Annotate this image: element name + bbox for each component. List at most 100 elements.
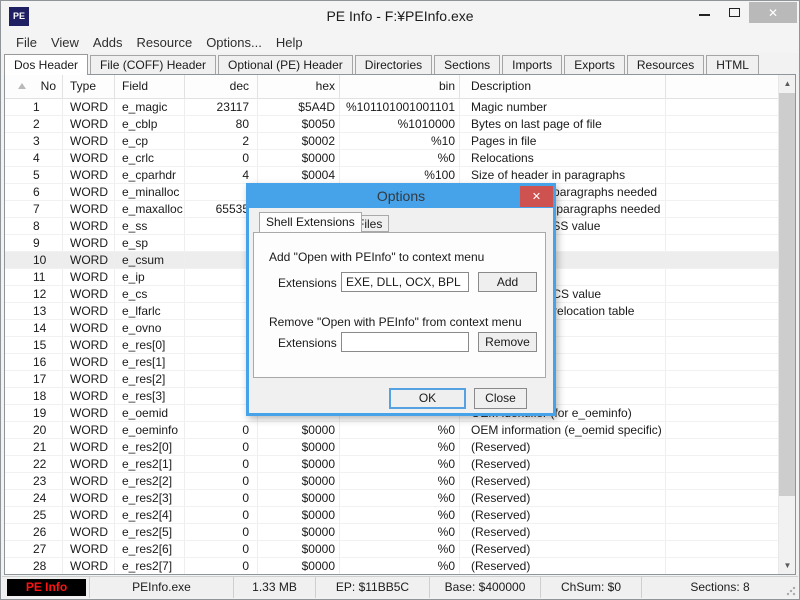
cell-field: e_magic <box>115 99 185 115</box>
remove-extensions-input[interactable] <box>341 332 469 352</box>
cell-no: 20 <box>5 422 63 438</box>
close-button[interactable]: ✕ <box>749 2 797 23</box>
table-row[interactable]: 22 WORD e_res2[1] 0 $0000 %0 (Reserved) <box>5 456 778 473</box>
scroll-down-icon[interactable]: ▼ <box>779 557 795 574</box>
menu-item-view[interactable]: View <box>44 33 86 52</box>
cell-field: e_oeminfo <box>115 422 185 438</box>
menu-item-help[interactable]: Help <box>269 33 310 52</box>
column-header-no[interactable]: No <box>5 75 63 99</box>
cell-hex: $5A4D <box>258 99 340 115</box>
cell-hex: $0000 <box>258 524 340 540</box>
tab-dos-header[interactable]: Dos Header <box>4 54 89 75</box>
dialog-close-button-bottom[interactable]: Close <box>474 388 527 409</box>
cell-dec: 0 <box>185 490 258 506</box>
ok-button[interactable]: OK <box>389 388 466 409</box>
tab-optional--pe--header[interactable]: Optional (PE) Header <box>218 55 353 74</box>
menu-item-adds[interactable]: Adds <box>86 33 130 52</box>
cell-no: 10 <box>5 252 63 268</box>
table-row[interactable]: 24 WORD e_res2[3] 0 $0000 %0 (Reserved) <box>5 490 778 507</box>
cell-hex: $0050 <box>258 116 340 132</box>
cell-field: e_res2[2] <box>115 473 185 489</box>
column-header-type[interactable]: Type <box>63 75 115 99</box>
table-row[interactable]: 20 WORD e_oeminfo 0 $0000 %0 OEM information (… <box>5 422 778 439</box>
cell-filler <box>666 371 778 387</box>
cell-bin: %0 <box>340 150 460 166</box>
tab-html[interactable]: HTML <box>706 55 759 74</box>
cell-type: WORD <box>63 541 115 557</box>
cell-bin: %0 <box>340 422 460 438</box>
cell-no: 1 <box>5 99 63 115</box>
cell-field: e_res[3] <box>115 388 185 404</box>
cell-no: 7 <box>5 201 63 217</box>
scrollbar-thumb[interactable] <box>779 93 795 496</box>
cell-filler <box>666 456 778 472</box>
cell-no: 2 <box>5 116 63 132</box>
column-header-hex[interactable]: hex <box>258 75 340 99</box>
minimize-button[interactable] <box>689 1 719 23</box>
tab-directories[interactable]: Directories <box>354 55 433 74</box>
cell-type: WORD <box>63 99 115 115</box>
table-row[interactable]: 21 WORD e_res2[0] 0 $0000 %0 (Reserved) <box>5 439 778 456</box>
tab-imports[interactable]: Imports <box>502 55 563 74</box>
cell-no: 26 <box>5 524 63 540</box>
column-header-description[interactable]: Description <box>460 75 666 99</box>
cell-type: WORD <box>63 150 115 166</box>
menu-item-resource[interactable]: Resource <box>130 33 200 52</box>
scroll-up-icon[interactable]: ▲ <box>779 75 795 92</box>
add-button[interactable]: Add <box>478 272 537 292</box>
cell-type: WORD <box>63 116 115 132</box>
cell-filler <box>666 116 778 132</box>
column-header-field[interactable]: Field <box>115 75 185 99</box>
dialog-tab-shell-extensions[interactable]: Shell Extensions <box>259 212 362 232</box>
pe-info-logo: PE Info <box>7 578 86 596</box>
cell-no: 17 <box>5 371 63 387</box>
cell-field: e_crlc <box>115 150 185 166</box>
resize-grip[interactable] <box>786 586 796 596</box>
cell-filler <box>666 184 778 200</box>
cell-bin: %0 <box>340 558 460 574</box>
status-panel: PEInfo.exe <box>90 576 234 598</box>
table-row[interactable]: 3 WORD e_cp 2 $0002 %10 Pages in file <box>5 133 778 150</box>
tab-file--coff--header[interactable]: File (COFF) Header <box>90 55 217 74</box>
table-row[interactable]: 4 WORD e_crlc 0 $0000 %0 Relocations <box>5 150 778 167</box>
cell-description: Bytes on last page of file <box>460 116 666 132</box>
table-row[interactable]: 2 WORD e_cblp 80 $0050 %1010000 Bytes on last … <box>5 116 778 133</box>
add-extensions-input[interactable] <box>341 272 469 292</box>
tab-exports[interactable]: Exports <box>564 55 625 74</box>
column-header-bin[interactable]: bin <box>340 75 460 99</box>
cell-filler <box>666 286 778 302</box>
vertical-scrollbar[interactable]: ▲ ▼ <box>778 75 795 574</box>
cell-filler <box>666 507 778 523</box>
cell-type: WORD <box>63 388 115 404</box>
table-row[interactable]: 1 WORD e_magic 23117 $5A4D %101101001001101 Ma… <box>5 99 778 116</box>
table-row[interactable]: 5 WORD e_cparhdr 4 $0004 %100 Size of header i… <box>5 167 778 184</box>
cell-no: 9 <box>5 235 63 251</box>
remove-button[interactable]: Remove <box>478 332 537 352</box>
cell-field: e_maxalloc <box>115 201 185 217</box>
column-header-dec[interactable]: dec <box>185 75 258 99</box>
table-row[interactable]: 25 WORD e_res2[4] 0 $0000 %0 (Reserved) <box>5 507 778 524</box>
cell-no: 25 <box>5 507 63 523</box>
cell-no: 14 <box>5 320 63 336</box>
cell-hex: $0000 <box>258 490 340 506</box>
cell-dec: 0 <box>185 558 258 574</box>
cell-hex: $0000 <box>258 150 340 166</box>
cell-field: e_res[2] <box>115 371 185 387</box>
table-row[interactable]: 27 WORD e_res2[6] 0 $0000 %0 (Reserved) <box>5 541 778 558</box>
cell-field: e_ip <box>115 269 185 285</box>
cell-filler <box>666 99 778 115</box>
table-row[interactable]: 23 WORD e_res2[2] 0 $0000 %0 (Reserved) <box>5 473 778 490</box>
cell-no: 16 <box>5 354 63 370</box>
tab-sections[interactable]: Sections <box>434 55 501 74</box>
cell-dec: 0 <box>185 456 258 472</box>
cell-field: e_res2[7] <box>115 558 185 574</box>
table-row[interactable]: 26 WORD e_res2[5] 0 $0000 %0 (Reserved) <box>5 524 778 541</box>
cell-bin: %0 <box>340 524 460 540</box>
table-row[interactable]: 28 WORD e_res2[7] 0 $0000 %0 (Reserved) <box>5 558 778 574</box>
cell-bin: %100 <box>340 167 460 183</box>
maximize-button[interactable] <box>719 1 749 23</box>
cell-dec: 0 <box>185 524 258 540</box>
menu-item-options[interactable]: Options... <box>199 33 269 52</box>
tab-resources[interactable]: Resources <box>626 55 705 74</box>
menu-item-file[interactable]: File <box>9 33 44 52</box>
